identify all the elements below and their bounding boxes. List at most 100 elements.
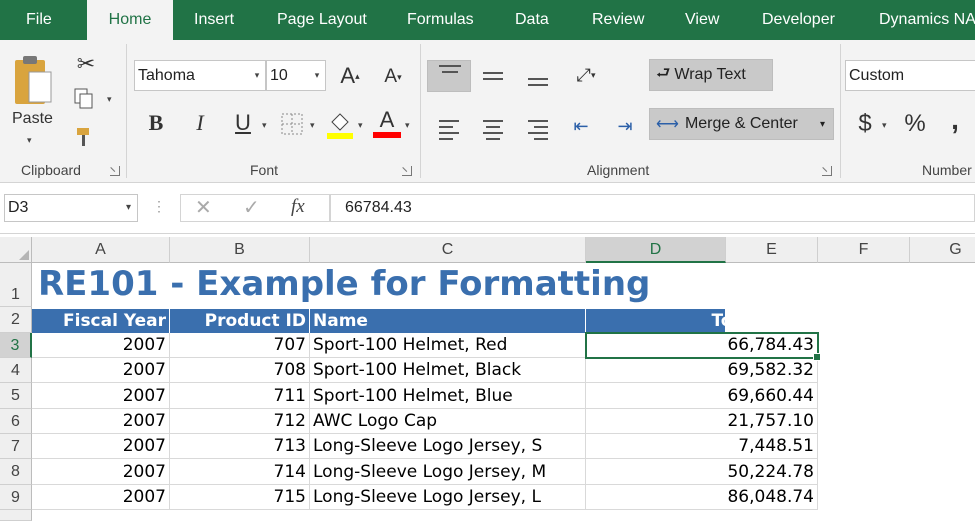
- tab-page-layout[interactable]: Page Layout: [277, 0, 367, 40]
- cell-product-id[interactable]: 712: [170, 409, 310, 434]
- row-header-partial[interactable]: [0, 510, 32, 521]
- cut-icon[interactable]: ✂: [72, 50, 100, 78]
- cell-total-sales[interactable]: 86,048.74: [586, 485, 818, 510]
- increase-font-button[interactable]: A ▴: [337, 62, 363, 90]
- cancel-icon[interactable]: ✕: [195, 195, 212, 220]
- paste-dropdown-icon[interactable]: ▾: [27, 135, 32, 146]
- formula-input[interactable]: 66784.43: [330, 194, 975, 222]
- row-header-1[interactable]: 1: [0, 263, 32, 307]
- borders-dropdown-icon[interactable]: ▾: [310, 120, 315, 131]
- underline-button[interactable]: U: [230, 108, 256, 138]
- decrease-font-button[interactable]: A ▾: [381, 64, 405, 90]
- column-header-d[interactable]: D: [586, 237, 726, 263]
- cell-product-id[interactable]: 708: [170, 358, 310, 383]
- header-name[interactable]: Name: [310, 309, 586, 333]
- percent-button[interactable]: %: [901, 108, 929, 140]
- increase-indent-icon[interactable]: ⇥: [612, 114, 638, 138]
- more-options-icon[interactable]: ⋮: [152, 198, 166, 215]
- underline-dropdown-icon[interactable]: ▾: [262, 120, 267, 131]
- row-header-4[interactable]: 4: [0, 358, 32, 383]
- tab-developer[interactable]: Developer: [762, 0, 835, 40]
- cell-product-id[interactable]: 714: [170, 459, 310, 485]
- column-header-b[interactable]: B: [170, 237, 310, 263]
- header-fiscal-year[interactable]: Fiscal Year: [32, 309, 170, 333]
- merge-center-button[interactable]: ⟷ Merge & Center ▾: [649, 108, 834, 140]
- insert-function-icon[interactable]: fx: [291, 196, 305, 218]
- row-header-9[interactable]: 9: [0, 485, 32, 510]
- tab-home[interactable]: Home: [87, 0, 173, 40]
- font-name-combo[interactable]: Tahoma ▾: [134, 60, 266, 91]
- cell-total-sales[interactable]: 21,757.10: [586, 409, 818, 434]
- cell-name[interactable]: Long-Sleeve Logo Jersey, S: [310, 434, 586, 459]
- align-left-icon[interactable]: [439, 120, 459, 144]
- cell-total-sales[interactable]: 50,224.78: [586, 459, 818, 485]
- cell-name[interactable]: Sport-100 Helmet, Red: [310, 333, 586, 358]
- row-header-2[interactable]: 2: [0, 307, 32, 333]
- comma-style-button[interactable]: ,: [946, 104, 964, 136]
- copy-icon[interactable]: [72, 86, 96, 112]
- chevron-down-icon[interactable]: ▾: [251, 61, 263, 90]
- bold-button[interactable]: B: [142, 108, 170, 138]
- cell-product-id[interactable]: 711: [170, 383, 310, 409]
- copy-dropdown-icon[interactable]: ▾: [107, 94, 112, 105]
- cell-fiscal-year[interactable]: 2007: [32, 459, 170, 485]
- header-total-sales[interactable]: Total Sales: [620, 309, 818, 333]
- name-box[interactable]: D3 ▾: [4, 194, 138, 222]
- cell-name[interactable]: Long-Sleeve Logo Jersey, M: [310, 459, 586, 485]
- tab-view[interactable]: View: [685, 0, 719, 40]
- decrease-indent-icon[interactable]: ⇤: [568, 114, 594, 138]
- font-launcher-icon[interactable]: [402, 166, 412, 176]
- tab-formulas[interactable]: Formulas: [407, 0, 474, 40]
- column-header-g[interactable]: G: [910, 237, 975, 263]
- cell-fiscal-year[interactable]: 2007: [32, 485, 170, 510]
- fill-color-dropdown-icon[interactable]: ▾: [358, 120, 363, 131]
- cell-total-sales[interactable]: 7,448.51: [586, 434, 818, 459]
- row-header-6[interactable]: 6: [0, 409, 32, 434]
- currency-dropdown-icon[interactable]: ▾: [882, 120, 887, 131]
- wrap-text-button[interactable]: ⮐ Wrap Text: [649, 59, 773, 91]
- tab-review[interactable]: Review: [592, 0, 644, 40]
- enter-icon[interactable]: ✓: [243, 195, 260, 220]
- font-color-button[interactable]: A: [372, 106, 402, 140]
- select-all-button[interactable]: [0, 237, 32, 263]
- paste-icon[interactable]: [8, 48, 58, 112]
- cell-name[interactable]: AWC Logo Cap: [310, 409, 586, 434]
- cell-name[interactable]: Sport-100 Helmet, Blue: [310, 383, 586, 409]
- chevron-down-icon[interactable]: ▾: [311, 61, 323, 90]
- column-header-e[interactable]: E: [726, 237, 818, 263]
- format-painter-icon[interactable]: [72, 124, 98, 150]
- column-header-c[interactable]: C: [310, 237, 586, 263]
- cell-product-id[interactable]: 713: [170, 434, 310, 459]
- cell-name[interactable]: Long-Sleeve Logo Jersey, L: [310, 485, 586, 510]
- chevron-down-icon[interactable]: ▾: [126, 195, 131, 221]
- align-center-icon[interactable]: [483, 120, 503, 144]
- row-header-3[interactable]: 3: [0, 333, 32, 358]
- currency-button[interactable]: $: [854, 108, 876, 140]
- align-right-icon[interactable]: [528, 120, 548, 144]
- fill-color-icon[interactable]: [326, 108, 354, 140]
- font-size-combo[interactable]: 10 ▾: [266, 60, 326, 91]
- number-format-combo[interactable]: Custom: [845, 60, 975, 91]
- header-product-id[interactable]: Product ID: [170, 309, 310, 333]
- sheet-title[interactable]: RE101 - Example for Formatting: [38, 264, 650, 304]
- chevron-down-icon[interactable]: ▾: [820, 119, 825, 130]
- cell-fiscal-year[interactable]: 2007: [32, 383, 170, 409]
- tab-dynamics-nav[interactable]: Dynamics NA: [879, 0, 975, 40]
- top-align-button[interactable]: [427, 60, 471, 92]
- cell-product-id[interactable]: 715: [170, 485, 310, 510]
- middle-align-icon[interactable]: [483, 72, 503, 84]
- alignment-launcher-icon[interactable]: [822, 166, 832, 176]
- borders-icon[interactable]: [280, 112, 304, 136]
- cell-product-id[interactable]: 707: [170, 333, 310, 358]
- clipboard-launcher-icon[interactable]: [110, 166, 120, 176]
- column-header-f[interactable]: F: [818, 237, 910, 263]
- italic-button[interactable]: I: [188, 108, 212, 138]
- tab-file[interactable]: File: [26, 0, 52, 40]
- cell-total-sales[interactable]: 69,660.44: [586, 383, 818, 409]
- tab-insert[interactable]: Insert: [194, 0, 234, 40]
- cell-name[interactable]: Sport-100 Helmet, Black: [310, 358, 586, 383]
- bottom-align-icon[interactable]: [528, 78, 548, 90]
- cell-fiscal-year[interactable]: 2007: [32, 409, 170, 434]
- tab-data[interactable]: Data: [515, 0, 549, 40]
- row-header-7[interactable]: 7: [0, 434, 32, 459]
